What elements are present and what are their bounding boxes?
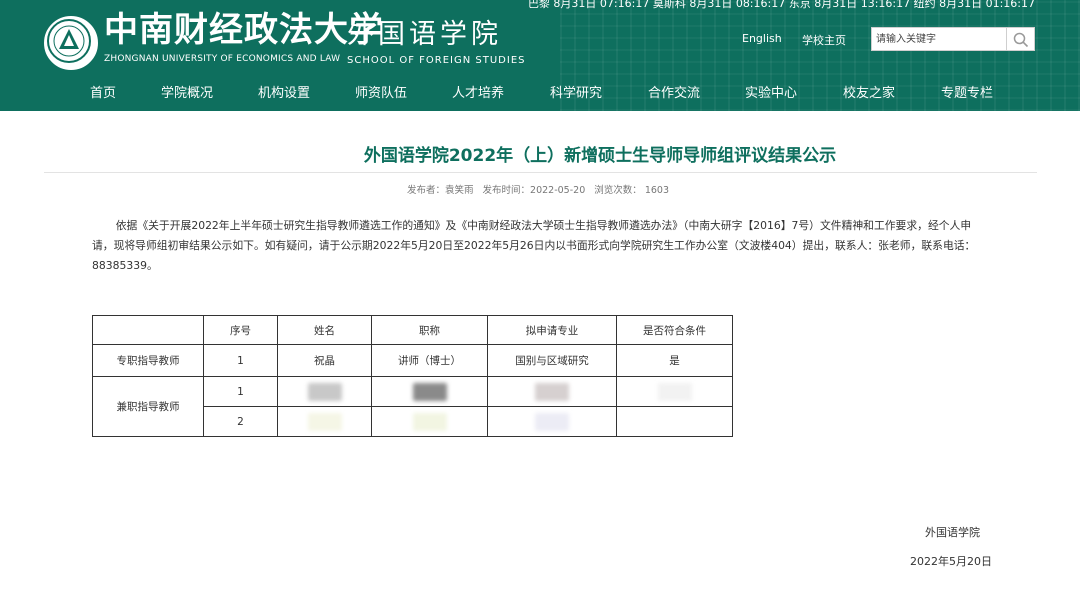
title-divider (44, 172, 1037, 173)
cell-index: 1 (203, 344, 278, 377)
redacted-blur (535, 382, 569, 401)
nav-item-departments[interactable]: 机构设置 (258, 84, 310, 104)
article-body: 依据《关于开展2022年上半年硕士研究生指导教师遴选工作的通知》及《中南财经政法… (92, 216, 987, 276)
cell-title: 讲师（博士） (371, 344, 488, 377)
article-title: 外国语学院2022年（上）新增硕士生导师导师组评议结果公示 (363, 146, 837, 166)
table-header-name: 姓名 (277, 315, 372, 345)
group-cell-parttime: 兼职指导教师 (92, 376, 204, 437)
cell-name-redacted (277, 376, 372, 407)
cell-name: 祝晶 (277, 344, 372, 377)
table-header-eligible: 是否符合条件 (616, 315, 733, 345)
table-row: 兼职指导教师 1 (92, 376, 733, 437)
cell-name-redacted (277, 406, 372, 437)
nav-item-research[interactable]: 科学研究 (550, 84, 602, 104)
nav-item-home[interactable]: 首页 (90, 84, 116, 104)
redacted-blur (412, 412, 447, 431)
university-home-link[interactable]: 学校主页 (802, 32, 846, 48)
table-header-major: 拟申请专业 (487, 315, 617, 345)
school-name-cn[interactable]: 外国语学院 (347, 19, 502, 51)
cell-major-redacted (487, 406, 617, 437)
nav-item-faculty[interactable]: 师资队伍 (355, 84, 407, 104)
school-name-en: SCHOOL OF FOREIGN STUDIES (347, 55, 526, 66)
signature-school: 外国语学院 (925, 526, 980, 539)
search-input[interactable] (872, 28, 1006, 50)
university-name-cn[interactable]: 中南财经政法大学 (104, 10, 384, 50)
cell-index: 2 (203, 406, 278, 437)
table-header-index: 序号 (203, 315, 278, 345)
search-button[interactable] (1007, 27, 1035, 51)
nav-item-special-topics[interactable]: 专题专栏 (941, 84, 993, 104)
cell-index: 1 (203, 376, 278, 407)
cell-major: 国别与区域研究 (487, 344, 617, 377)
cell-eligible-redacted (616, 406, 733, 437)
redacted-blur (657, 382, 692, 401)
cell-eligible-redacted (616, 376, 733, 407)
article-meta: 发布者：袁笑雨 发布时间：2022-05-20 浏览次数： 1603 (0, 182, 1076, 196)
table-header-row: 序号 姓名 职称 拟申请专业 是否符合条件 (92, 315, 733, 345)
nav-item-lab-center[interactable]: 实验中心 (745, 84, 797, 104)
meta-date: 发布时间：2022-05-20 (482, 185, 586, 196)
redacted-blur (307, 412, 342, 431)
redacted-blur (412, 382, 447, 401)
english-link[interactable]: English (742, 32, 782, 45)
nav-item-about[interactable]: 学院概况 (161, 84, 213, 104)
table-header-title: 职称 (371, 315, 488, 345)
cell-title-redacted (371, 406, 488, 437)
search-box (871, 27, 1007, 51)
signature-date: 2022年5月20日 (910, 555, 992, 568)
group-cell-fulltime: 专职指导教师 (92, 344, 204, 377)
main-nav: 首页 学院概况 机构设置 师资队伍 人才培养 科学研究 合作交流 实验中心 校友… (0, 84, 1080, 106)
meta-views: 浏览次数： 1603 (594, 185, 669, 196)
article-paragraph: 依据《关于开展2022年上半年硕士研究生指导教师遴选工作的通知》及《中南财经政法… (92, 219, 976, 272)
university-name-en: ZHONGNAN UNIVERSITY OF ECONOMICS AND LAW (104, 54, 341, 64)
nav-item-alumni[interactable]: 校友之家 (843, 84, 895, 104)
meta-views-label: 浏览次数： (594, 185, 642, 196)
mentor-result-table: 序号 姓名 职称 拟申请专业 是否符合条件 专职指导教师 1 祝晶 讲师（博士）… (92, 315, 733, 437)
redacted-blur (307, 382, 342, 401)
meta-author: 发布者：袁笑雨 (406, 185, 474, 196)
world-clock: 巴黎 8月31日 07:16:17 莫斯科 8月31日 08:16:17 东京 … (527, 0, 1035, 10)
cell-eligible: 是 (616, 344, 733, 377)
redacted-blur (535, 412, 569, 431)
table-row: 专职指导教师 1 祝晶 讲师（博士） 国别与区域研究 是 (92, 344, 733, 377)
site-header: 巴黎 8月31日 07:16:17 莫斯科 8月31日 08:16:17 东京 … (0, 0, 1080, 111)
nav-item-cooperation[interactable]: 合作交流 (648, 84, 700, 104)
table-header-group (92, 315, 204, 345)
search-icon (1013, 32, 1029, 48)
nav-item-education[interactable]: 人才培养 (452, 84, 504, 104)
cell-title-redacted (371, 376, 488, 407)
cell-major-redacted (487, 376, 617, 407)
meta-views-count: 1603 (644, 185, 670, 196)
university-emblem-icon[interactable] (44, 16, 98, 70)
